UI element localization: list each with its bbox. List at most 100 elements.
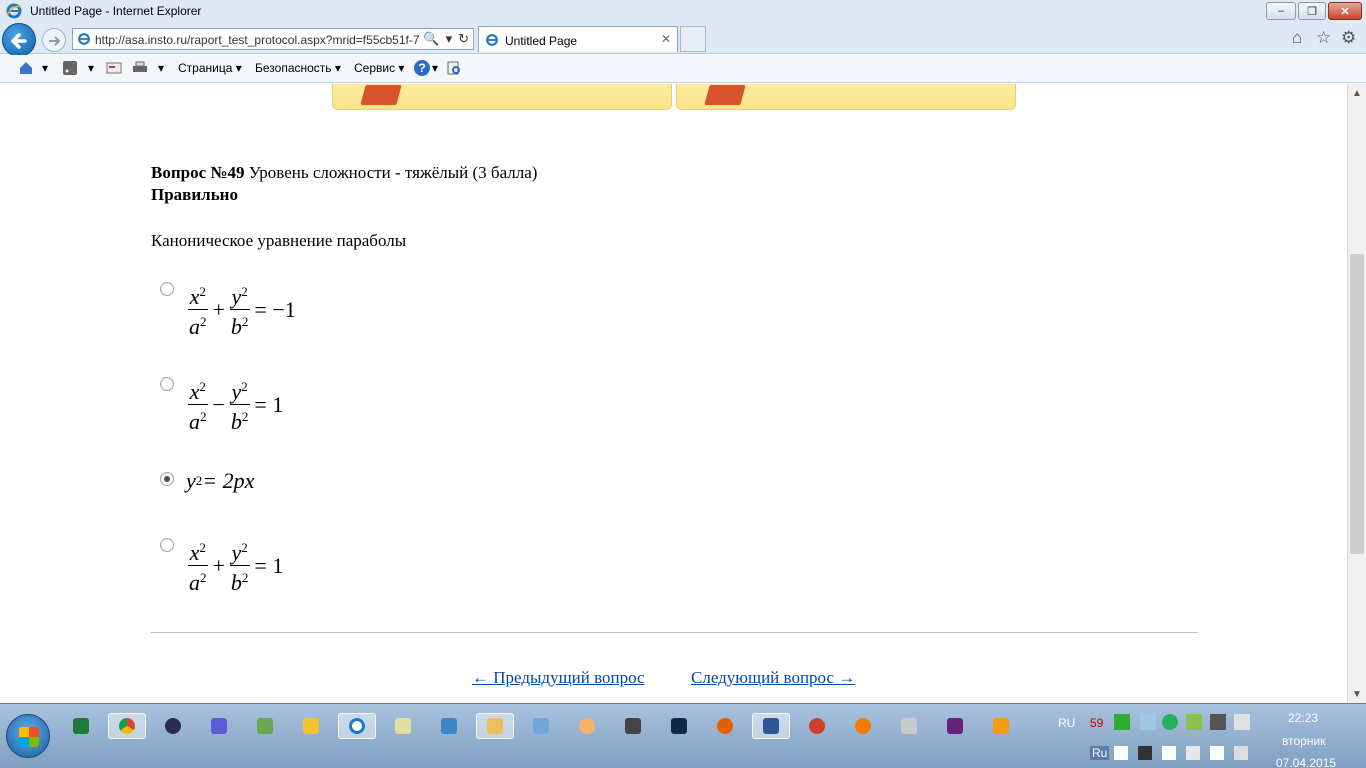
- favorites-icon[interactable]: ☆: [1316, 28, 1331, 48]
- gear-icon[interactable]: ⚙: [1341, 28, 1356, 48]
- stack-icon[interactable]: [1186, 714, 1202, 730]
- home-icon[interactable]: [18, 60, 34, 76]
- cube-icon: [704, 85, 746, 105]
- clock-date[interactable]: 07.04.2015: [1276, 756, 1336, 768]
- address-url[interactable]: http://asa.insto.ru/raport_test_protocol…: [95, 33, 421, 47]
- command-bar: ▾ ▾ ▾ Страница ▾ Безопасность ▾ Сервис ▾…: [0, 55, 1366, 83]
- badge-app-icon[interactable]: [844, 713, 882, 739]
- notes-icon[interactable]: [292, 713, 330, 739]
- answer-status: Правильно: [151, 185, 238, 204]
- image-viewer-icon[interactable]: [430, 713, 468, 739]
- minimize-button[interactable]: –: [1266, 2, 1296, 20]
- nvidia-icon[interactable]: [1114, 714, 1130, 730]
- address-bar[interactable]: http://asa.insto.ru/raport_test_protocol…: [72, 28, 474, 50]
- audio-app-icon[interactable]: [522, 713, 560, 739]
- signal-icon[interactable]: [1234, 746, 1248, 760]
- home-icon[interactable]: ⌂: [1292, 28, 1302, 48]
- tab-untitled-page[interactable]: Untitled Page ✕: [478, 26, 678, 52]
- banner-right[interactable]: [676, 84, 1016, 110]
- option-2-radio[interactable]: [160, 377, 174, 391]
- title-bar: Untitled Page - Internet Explorer – ❐ ✕: [0, 0, 1366, 22]
- cube-icon: [360, 85, 402, 105]
- banner-left[interactable]: [332, 84, 672, 110]
- mail-icon[interactable]: [106, 60, 122, 76]
- clock-time[interactable]: 22:23: [1288, 711, 1318, 725]
- triangle-app-icon[interactable]: [568, 713, 606, 739]
- option-4-radio[interactable]: [160, 538, 174, 552]
- ie-tab-icon: [486, 34, 498, 46]
- tray-app-icon[interactable]: [1210, 714, 1226, 730]
- previous-question-link[interactable]: ← Предыдущий вопрос: [472, 668, 645, 688]
- video-player-icon[interactable]: [982, 713, 1020, 739]
- grid-app-icon[interactable]: [890, 713, 928, 739]
- close-button[interactable]: ✕: [1328, 2, 1362, 20]
- excel-icon[interactable]: [62, 713, 100, 739]
- printer-icon[interactable]: [132, 60, 148, 76]
- visual-studio-icon[interactable]: [936, 713, 974, 739]
- tray-badge[interactable]: 59: [1090, 716, 1103, 730]
- forward-button[interactable]: [42, 28, 66, 52]
- tray-audio-icon[interactable]: [1114, 746, 1128, 760]
- option-1-radio[interactable]: [160, 282, 174, 296]
- monitor-icon[interactable]: [1138, 746, 1152, 760]
- tab-label: Untitled Page: [505, 34, 578, 48]
- help-icon[interactable]: ?: [414, 60, 430, 76]
- snowflake-icon[interactable]: [1140, 714, 1156, 730]
- divider: [151, 632, 1198, 633]
- service-menu[interactable]: Сервис ▾: [354, 61, 404, 75]
- arrow-left-icon: [11, 33, 27, 49]
- page-content: Вопрос №49 Уровень сложности - тяжёлый (…: [0, 84, 1347, 703]
- question-difficulty: Уровень сложности - тяжёлый (3 балла): [244, 163, 538, 182]
- window-title: Untitled Page - Internet Explorer: [30, 4, 202, 18]
- chrome-icon[interactable]: [108, 713, 146, 739]
- option-3-radio[interactable]: [160, 472, 174, 486]
- power-icon[interactable]: [1210, 746, 1224, 760]
- refresh-icon[interactable]: ↻: [458, 31, 469, 47]
- new-tab-button[interactable]: [680, 26, 706, 52]
- page-menu[interactable]: Страница ▾: [178, 61, 242, 75]
- language-indicator[interactable]: RU: [1058, 716, 1075, 730]
- scroll-thumb[interactable]: [1350, 254, 1364, 554]
- flag-icon[interactable]: [1162, 746, 1176, 760]
- camera-icon[interactable]: [614, 713, 652, 739]
- start-button[interactable]: [6, 714, 50, 758]
- option-2-formula: x2 a2 − y2 b2 = 1: [186, 375, 286, 434]
- chevron-down-icon[interactable]: ▾: [432, 61, 438, 75]
- chevron-down-icon[interactable]: ▾: [42, 61, 48, 75]
- wifi-app-icon[interactable]: [384, 713, 422, 739]
- windows-logo-icon: [19, 727, 39, 747]
- photoshop-icon[interactable]: [660, 713, 698, 739]
- network-app-icon[interactable]: [246, 713, 284, 739]
- internet-explorer-icon[interactable]: [338, 713, 376, 739]
- clock-day[interactable]: вторник: [1282, 734, 1325, 748]
- vertical-scrollbar[interactable]: ▲ ▼: [1347, 84, 1366, 703]
- volume-icon[interactable]: [1186, 746, 1200, 760]
- taskbar: RU 59 Ru 22:23 вторник 07.04.2015: [0, 703, 1366, 768]
- security-menu[interactable]: Безопасность ▾: [255, 61, 341, 75]
- input-language[interactable]: Ru: [1090, 746, 1110, 760]
- media-player-icon[interactable]: [154, 713, 192, 739]
- option-4-formula: x2 a2 + y2 b2 = 1: [186, 536, 286, 595]
- tab-close-icon[interactable]: ✕: [661, 32, 671, 46]
- question-header: Вопрос №49 Уровень сложности - тяжёлый (…: [151, 163, 537, 183]
- search-icon[interactable]: 🔍: [423, 31, 439, 47]
- chevron-down-icon[interactable]: ▾: [158, 61, 164, 75]
- d-app-icon[interactable]: [200, 713, 238, 739]
- record-app-icon[interactable]: [798, 713, 836, 739]
- ie-page-icon: [78, 33, 90, 45]
- firefox-icon[interactable]: [706, 713, 744, 739]
- chevron-down-icon[interactable]: ▾: [446, 31, 453, 47]
- research-icon[interactable]: [446, 60, 462, 76]
- maximize-button[interactable]: ❐: [1298, 2, 1326, 20]
- rss-feed-icon[interactable]: [62, 60, 78, 76]
- scroll-up-icon[interactable]: ▲: [1348, 84, 1366, 102]
- pen-icon[interactable]: [1234, 714, 1250, 730]
- explorer-folder-icon[interactable]: [476, 713, 514, 739]
- ie-logo-icon: [6, 3, 22, 19]
- scroll-down-icon[interactable]: ▼: [1348, 685, 1366, 703]
- sync-icon[interactable]: [1162, 714, 1178, 730]
- next-question-link[interactable]: Следующий вопрос →: [691, 668, 855, 688]
- word-icon[interactable]: [752, 713, 790, 739]
- chevron-down-icon[interactable]: ▾: [88, 61, 94, 75]
- back-button[interactable]: [2, 23, 36, 57]
